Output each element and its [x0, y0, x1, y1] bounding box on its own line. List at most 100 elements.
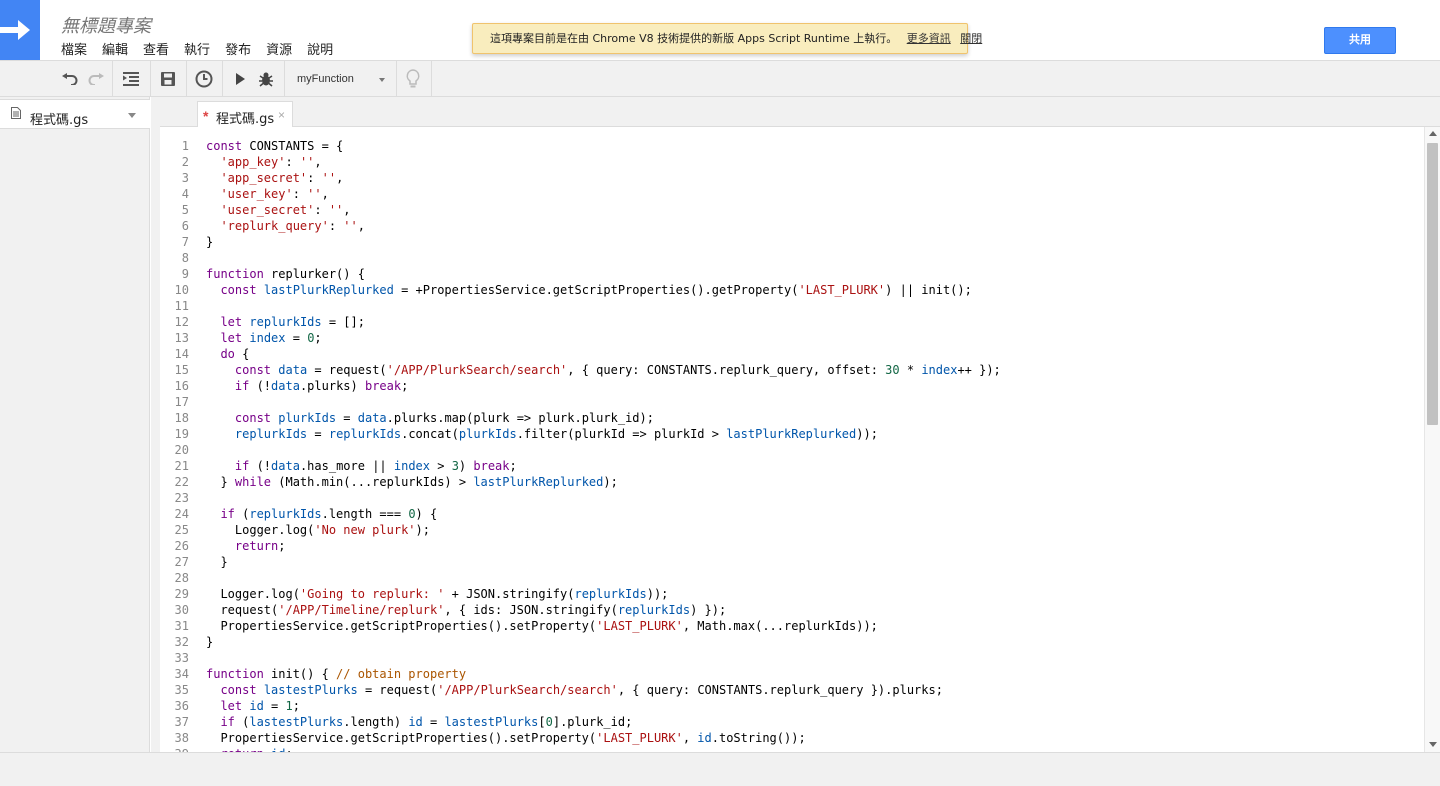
code-line[interactable]: 20: [160, 442, 1424, 458]
line-number: 18: [174, 411, 189, 425]
lightbulb-icon[interactable]: [401, 67, 425, 91]
code-line[interactable]: 30 request('/APP/Timeline/replurk', { id…: [160, 602, 1424, 618]
code-line[interactable]: 7}: [160, 234, 1424, 250]
line-number: 20: [174, 443, 189, 457]
save-icon[interactable]: [156, 67, 180, 91]
code-line[interactable]: 23: [160, 490, 1424, 506]
code-line[interactable]: 38 PropertiesService.getScriptProperties…: [160, 730, 1424, 746]
code-line[interactable]: 24 if (replurkIds.length === 0) {: [160, 506, 1424, 522]
code-line[interactable]: 21 if (!data.has_more || index > 3) brea…: [160, 458, 1424, 474]
line-source: request('/APP/Timeline/replurk', { ids: …: [206, 603, 727, 617]
project-title[interactable]: 無標題專案: [61, 12, 151, 38]
tab-label: 程式碼.gs: [216, 112, 275, 127]
line-source: do {: [220, 347, 250, 361]
code-line[interactable]: 37 if (lastestPlurks.length) id = lastes…: [160, 714, 1424, 730]
sidebar-file-code-gs[interactable]: 程式碼.gs: [0, 99, 150, 129]
line-number: 8: [181, 251, 189, 265]
line-number: 1: [181, 139, 189, 153]
code-line[interactable]: 33: [160, 650, 1424, 666]
notice-more-info-link[interactable]: 更多資訊: [907, 32, 951, 45]
code-line[interactable]: 6 'replurk_query': '',: [160, 218, 1424, 234]
line-source: const plurkIds = data.plurks.map(plurk =…: [234, 411, 654, 425]
editor-scrollbar[interactable]: [1424, 127, 1440, 752]
menu-view[interactable]: 查看: [143, 39, 169, 58]
run-icon[interactable]: [228, 67, 252, 91]
redo-icon[interactable]: [84, 67, 108, 91]
code-line[interactable]: 4 'user_key': '',: [160, 186, 1424, 202]
code-line[interactable]: 3 'app_secret': '',: [160, 170, 1424, 186]
code-line[interactable]: 34 function init() { // obtain property: [160, 666, 1424, 682]
notice-text: 這項專案目前是在由 Chrome V8 技術提供的新版 Apps Script …: [490, 32, 898, 45]
code-line[interactable]: 18 const plurkIds = data.plurks.map(plur…: [160, 410, 1424, 426]
menu-resources[interactable]: 資源: [266, 39, 292, 58]
line-number: 21: [174, 459, 189, 473]
code-line[interactable]: 11: [160, 298, 1424, 314]
file-icon: [11, 107, 21, 119]
menu-help[interactable]: 說明: [307, 39, 333, 58]
function-select[interactable]: myFunction: [288, 67, 392, 91]
code-line[interactable]: 5 'user_secret': '',: [160, 202, 1424, 218]
code-line[interactable]: 31 PropertiesService.getScriptProperties…: [160, 618, 1424, 634]
scroll-down-arrow-icon[interactable]: [1429, 742, 1437, 747]
code-line[interactable]: 9 function replurker() {: [160, 266, 1424, 282]
code-line[interactable]: 27 }: [160, 554, 1424, 570]
code-line[interactable]: 28: [160, 570, 1424, 586]
line-number: 11: [174, 299, 189, 313]
line-source: 'user_key': '',: [220, 187, 329, 201]
undo-icon[interactable]: [58, 67, 82, 91]
code-line[interactable]: 10 const lastPlurkReplurked = +Propertie…: [160, 282, 1424, 298]
code-line[interactable]: 22 } while (Math.min(...replurkIds) > la…: [160, 474, 1424, 490]
line-source: 'app_key': '',: [220, 155, 322, 169]
line-source: let id = 1;: [220, 699, 300, 713]
code-line[interactable]: 29 Logger.log('Going to replurk: ' + JSO…: [160, 586, 1424, 602]
scroll-up-arrow-icon[interactable]: [1429, 131, 1437, 136]
code-line[interactable]: 2 'app_key': '',: [160, 154, 1424, 170]
line-source: if (!data.plurks) break;: [234, 379, 409, 393]
code-line[interactable]: 13 let index = 0;: [160, 330, 1424, 346]
tab-code-gs[interactable]: * 程式碼.gs ×: [197, 101, 293, 128]
code-line[interactable]: 19 replurkIds = replurkIds.concat(plurkI…: [160, 426, 1424, 442]
line-source: replurkIds = replurkIds.concat(plurkIds.…: [234, 427, 878, 441]
code-line[interactable]: 35 const lastestPlurks = request('/APP/P…: [160, 682, 1424, 698]
code-line[interactable]: 14 do {: [160, 346, 1424, 362]
menu-edit[interactable]: 編輯: [102, 39, 128, 58]
debug-bug-icon[interactable]: [254, 67, 278, 91]
close-icon[interactable]: ×: [278, 108, 285, 122]
notice-dismiss-link[interactable]: 關閉: [960, 32, 982, 45]
line-number: 6: [181, 219, 189, 233]
code-line[interactable]: 16 if (!data.plurks) break;: [160, 378, 1424, 394]
triggers-clock-icon[interactable]: [192, 67, 216, 91]
line-number: 30: [174, 603, 189, 617]
line-source: if (!data.has_more || index > 3) break;: [234, 459, 517, 473]
code-line[interactable]: 1 const CONSTANTS = {: [160, 138, 1424, 154]
scrollbar-thumb[interactable]: [1427, 143, 1438, 425]
code-line[interactable]: 17: [160, 394, 1424, 410]
line-number: 13: [174, 331, 189, 345]
file-menu-chevron-icon[interactable]: [128, 113, 136, 118]
code-line[interactable]: 8: [160, 250, 1424, 266]
menu-publish[interactable]: 發布: [225, 39, 251, 58]
line-number: 34: [174, 667, 189, 681]
code-editor[interactable]: 1 const CONSTANTS = {2 'app_key': '', 3 'a…: [160, 127, 1424, 752]
line-number: 12: [174, 315, 189, 329]
code-line[interactable]: 15 const data = request('/APP/PlurkSearc…: [160, 362, 1424, 378]
menu-file[interactable]: 檔案: [61, 39, 87, 58]
line-number: 35: [174, 683, 189, 697]
code-line[interactable]: 25 Logger.log('No new plurk');: [160, 522, 1424, 538]
code-line[interactable]: 36 let id = 1;: [160, 698, 1424, 714]
status-bar: [0, 752, 1440, 786]
line-source: 'app_secret': '',: [220, 171, 344, 185]
code-line[interactable]: 12 let replurkIds = [];: [160, 314, 1424, 330]
line-number: 15: [174, 363, 189, 377]
line-number: 10: [174, 283, 189, 297]
code-line[interactable]: 32}: [160, 634, 1424, 650]
runtime-notice-banner: 這項專案目前是在由 Chrome V8 技術提供的新版 Apps Script …: [472, 23, 982, 54]
indent-icon[interactable]: [119, 67, 143, 91]
line-number: 25: [174, 523, 189, 537]
menu-run[interactable]: 執行: [184, 39, 210, 58]
share-button[interactable]: 共用: [1324, 27, 1396, 54]
apps-script-logo[interactable]: [0, 0, 40, 60]
line-number: 28: [174, 571, 189, 585]
line-number: 22: [174, 475, 189, 489]
code-line[interactable]: 26 return;: [160, 538, 1424, 554]
